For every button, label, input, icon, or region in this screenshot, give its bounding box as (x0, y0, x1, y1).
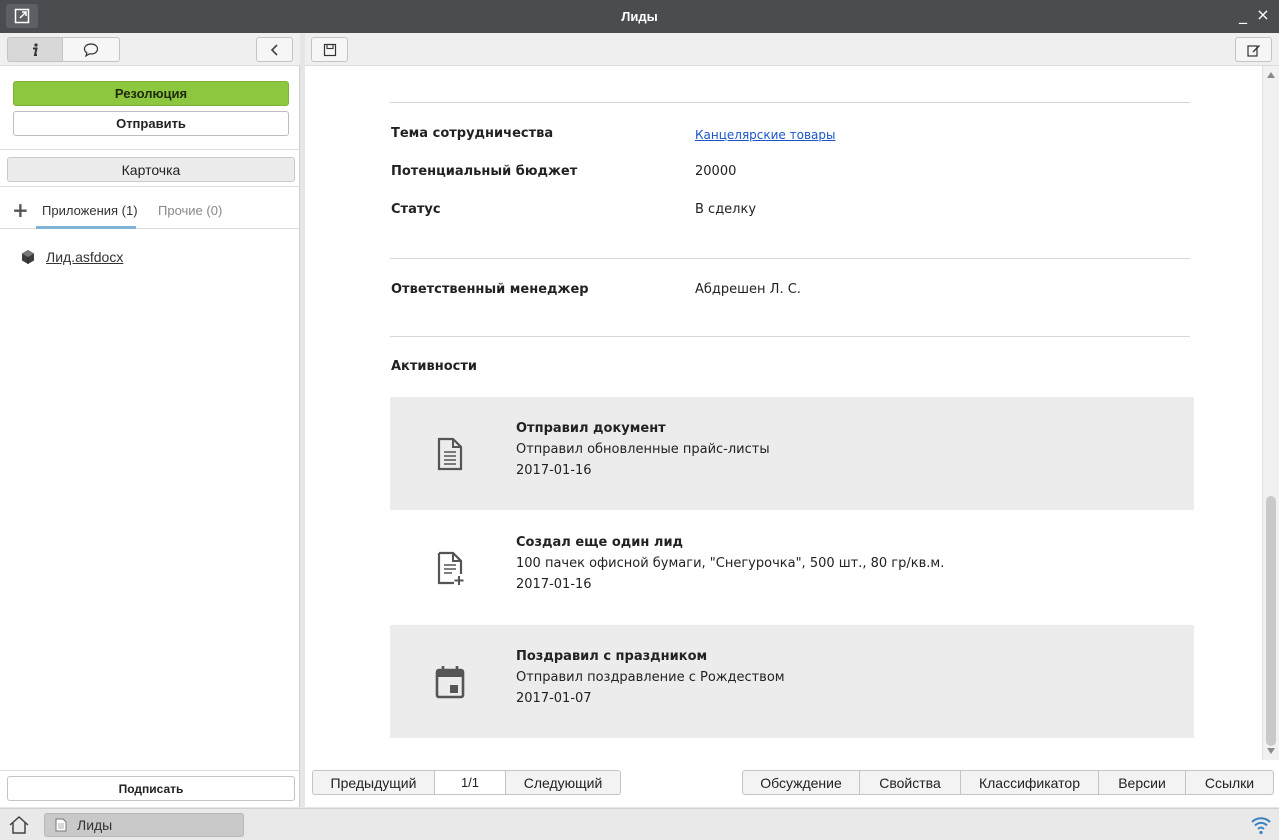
divider (390, 102, 1190, 103)
divider (0, 770, 300, 771)
field-label-topic: Тема сотрудничества (391, 126, 554, 141)
save-button[interactable] (311, 37, 348, 62)
taskbar: Лиды (0, 808, 1279, 840)
card-button[interactable]: Карточка (7, 157, 295, 182)
tab-classifier[interactable]: Классификатор (961, 771, 1099, 794)
document-section-tabs: Обсуждение Свойства Классификатор Версии… (742, 770, 1274, 795)
info-icon (33, 42, 38, 56)
document-icon (437, 437, 463, 471)
tab-attachments[interactable]: Приложения (1) (42, 203, 138, 218)
speech-bubble-icon (83, 42, 99, 57)
activity-description: 100 пачек офисной бумаги, "Снегурочка", … (516, 556, 945, 571)
activity-date: 2017-01-07 (516, 691, 592, 706)
activity-item: Отправил документ Отправил обновленные п… (390, 397, 1194, 510)
edit-button[interactable] (1235, 37, 1272, 62)
save-icon (323, 43, 336, 56)
minimize-button[interactable]: _ (1236, 7, 1250, 23)
page-counter: 1/1 (435, 771, 506, 794)
activities-heading: Активности (391, 359, 478, 374)
field-value-budget: 20000 (695, 164, 737, 179)
field-value-topic: Канцелярские товары (695, 128, 835, 143)
calendar-icon (435, 666, 465, 699)
divider (390, 258, 1190, 259)
field-value-status: В сделку (695, 202, 757, 217)
scrollbar-thumb[interactable] (1266, 496, 1276, 746)
field-label-manager: Ответственный менеджер (391, 282, 589, 297)
document-icon (55, 818, 67, 832)
previous-button[interactable]: Предыдущий (313, 771, 435, 794)
scroll-up-icon[interactable] (1267, 72, 1275, 78)
document-add-icon (437, 551, 464, 585)
document-navigation: Предыдущий 1/1 Следующий Обсуждение Свой… (305, 766, 1279, 796)
divider (0, 149, 300, 150)
document-toolbar (305, 33, 1279, 66)
attachment-name[interactable]: Лид.asfdocx (46, 249, 123, 265)
activity-item: Поздравил с праздником Отправил поздравл… (390, 625, 1194, 738)
add-attachment-icon[interactable]: + (12, 200, 29, 220)
topic-link[interactable]: Канцелярские товары (695, 128, 835, 142)
activity-title: Отправил документ (516, 421, 666, 436)
field-label-budget: Потенциальный бюджет (391, 164, 578, 179)
collapse-panel-button[interactable] (256, 37, 293, 62)
close-button[interactable]: × (1256, 7, 1270, 23)
activity-title: Поздравил с праздником (516, 649, 708, 664)
divider (0, 186, 300, 187)
field-label-status: Статус (391, 202, 441, 217)
tab-discussion[interactable]: Обсуждение (743, 771, 860, 794)
taskbar-item-label: Лиды (77, 817, 113, 833)
chevron-left-icon (270, 43, 278, 56)
left-panel: Резолюция Отправить Карточка + Приложени… (0, 33, 300, 807)
tab-other[interactable]: Прочие (0) (158, 203, 222, 218)
window-title: Лиды (621, 9, 658, 24)
next-button[interactable]: Следующий (506, 771, 620, 794)
activity-item: Создал еще один лид 100 пачек офисной бу… (390, 511, 1194, 624)
sign-button[interactable]: Подписать (7, 776, 295, 801)
activity-description: Отправил поздравление с Рождеством (516, 670, 785, 685)
left-toolbar (0, 33, 300, 66)
document-content: Тема сотрудничества Канцелярские товары … (305, 66, 1262, 760)
attachment-tabs: + Приложения (1) Прочие (0) (0, 193, 300, 229)
vertical-scrollbar[interactable] (1262, 66, 1279, 760)
resolution-button[interactable]: Резолюция (13, 81, 289, 106)
send-button[interactable]: Отправить (13, 111, 289, 136)
activity-title: Создал еще один лид (516, 535, 684, 550)
active-tab-indicator (36, 226, 136, 229)
pager: Предыдущий 1/1 Следующий (312, 770, 621, 795)
tab-versions[interactable]: Версии (1099, 771, 1186, 794)
chat-tab[interactable] (62, 37, 120, 62)
info-tab[interactable] (7, 37, 63, 62)
wifi-icon (1251, 817, 1271, 835)
edit-icon (1246, 44, 1260, 57)
document-cube-icon (22, 250, 34, 264)
divider (390, 336, 1190, 337)
scroll-down-icon[interactable] (1267, 748, 1275, 754)
home-icon[interactable] (8, 815, 30, 835)
tab-links[interactable]: Ссылки (1186, 771, 1273, 794)
taskbar-item[interactable]: Лиды (44, 813, 244, 837)
document-panel: Тема сотрудничества Канцелярские товары … (305, 33, 1279, 807)
activity-description: Отправил обновленные прайс-листы (516, 442, 770, 457)
activity-date: 2017-01-16 (516, 577, 592, 592)
activity-date: 2017-01-16 (516, 463, 592, 478)
attachment-item[interactable]: Лид.asfdocx (20, 249, 123, 265)
window-titlebar: Лиды _ × (0, 0, 1279, 33)
tab-properties[interactable]: Свойства (860, 771, 961, 794)
field-value-manager: Абдрешен Л. С. (695, 282, 801, 297)
